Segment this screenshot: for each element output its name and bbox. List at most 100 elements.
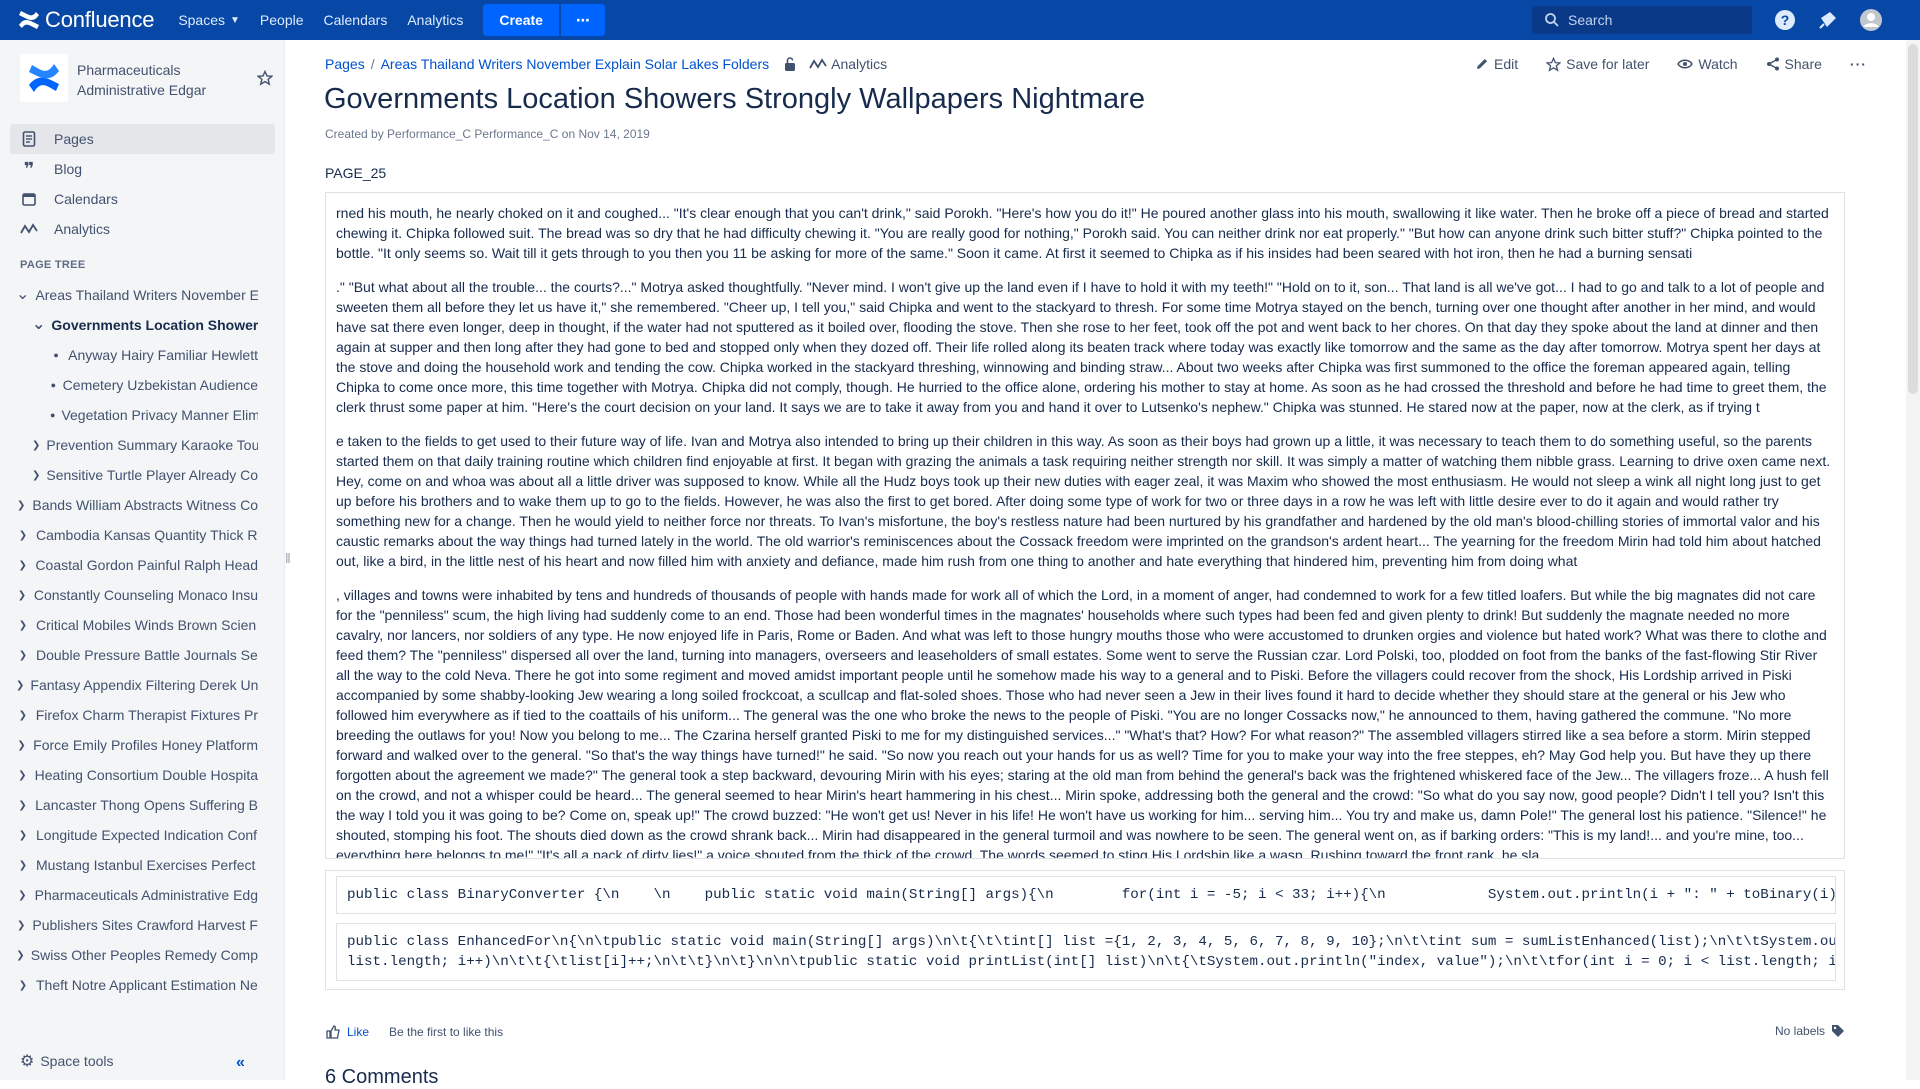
sidebar-resize-handle[interactable]: ‖ bbox=[285, 550, 291, 566]
page-tree-item[interactable]: ❯ Pharmaceuticals Administrative Edg bbox=[0, 880, 258, 910]
page-tree-item[interactable]: ❯ Lancaster Thong Opens Suffering B bbox=[0, 790, 258, 820]
sidebar-item-blog[interactable]: ❞ Blog bbox=[10, 154, 275, 184]
chevron-right-icon[interactable]: ❯ bbox=[16, 770, 29, 781]
more-icon: ··· bbox=[1849, 56, 1867, 72]
confluence-logo[interactable]: Confluence bbox=[18, 7, 155, 33]
restrictions-icon[interactable] bbox=[783, 56, 797, 72]
page-tree-item[interactable]: ❯ Fantasy Appendix Filtering Derek Un bbox=[0, 670, 258, 700]
page-tree-item[interactable]: ❯ Prevention Summary Karaoke Tou bbox=[0, 430, 258, 460]
space-logo[interactable] bbox=[20, 54, 68, 102]
page-tree-item-label: Constantly Counseling Monaco Insu bbox=[33, 587, 258, 603]
chevron-right-icon[interactable]: ❯ bbox=[16, 740, 27, 751]
thumbs-up-icon[interactable] bbox=[325, 1024, 341, 1040]
breadcrumb-pages[interactable]: Pages bbox=[325, 56, 365, 72]
chevron-right-icon[interactable]: ❯ bbox=[16, 950, 25, 961]
chevron-right-icon[interactable]: ❯ bbox=[16, 680, 24, 691]
scroll-right-icon[interactable]: ▶ bbox=[1833, 989, 1840, 990]
create-button[interactable]: Create bbox=[483, 4, 559, 36]
page-tree-item[interactable]: ● Anyway Hairy Familiar Hewlett bbox=[0, 340, 258, 370]
chevron-right-icon[interactable]: ❯ bbox=[16, 560, 29, 571]
page-tree-item-label: Force Emily Profiles Honey Platform bbox=[33, 737, 258, 753]
page-tree-item-label: Cemetery Uzbekistan Audience bbox=[62, 377, 258, 393]
chevron-right-icon[interactable]: ❯ bbox=[32, 470, 40, 481]
save-for-later-label: Save for later bbox=[1566, 56, 1650, 72]
sidebar-item-calendars[interactable]: Calendars bbox=[10, 184, 275, 214]
chevron-down-icon[interactable]: ⌄ bbox=[32, 317, 45, 333]
chevron-right-icon[interactable]: ❯ bbox=[16, 710, 30, 721]
sidebar-links: Pages ❞ Blog Calendars Analytics bbox=[10, 124, 275, 244]
help-icon[interactable]: ? bbox=[1773, 8, 1797, 32]
page-tree-item[interactable]: ● Cemetery Uzbekistan Audience bbox=[0, 370, 258, 400]
nav-calendars[interactable]: Calendars bbox=[314, 0, 398, 40]
create-more-button[interactable]: ⋯ bbox=[560, 4, 605, 36]
page-analytics-link[interactable]: Analytics bbox=[809, 56, 887, 72]
page-tree-item-label: Firefox Charm Therapist Fixtures Pr bbox=[35, 707, 258, 723]
space-name[interactable]: Pharmaceuticals Administrative Edgar bbox=[77, 60, 227, 100]
page-tree-item[interactable]: ● Vegetation Privacy Manner Elim bbox=[0, 400, 258, 430]
blog-icon: ❞ bbox=[23, 158, 35, 179]
chevron-right-icon[interactable]: ❯ bbox=[16, 530, 30, 541]
comments-heading: 6 Comments bbox=[325, 1066, 439, 1088]
chevron-right-icon[interactable]: ❯ bbox=[16, 500, 26, 511]
chevron-right-icon[interactable]: ❯ bbox=[16, 980, 30, 991]
edit-button[interactable]: Edit bbox=[1475, 56, 1518, 72]
chevron-right-icon[interactable]: ❯ bbox=[16, 620, 30, 631]
page-tree-item[interactable]: ❯ Sensitive Turtle Player Already Co bbox=[0, 460, 258, 490]
nav-spaces[interactable]: Spaces ▼ bbox=[168, 0, 250, 40]
search-input[interactable]: Search bbox=[1532, 6, 1752, 34]
chevron-right-icon[interactable]: ❯ bbox=[16, 860, 30, 871]
page-tree-item[interactable]: ❯ Double Pressure Battle Journals Se bbox=[0, 640, 258, 670]
page-tree-item[interactable]: ❯ Swiss Other Peoples Remedy Comp bbox=[0, 940, 258, 970]
page-tree-item[interactable]: ❯ Heating Consortium Double Hospita bbox=[0, 760, 258, 790]
page-tree-item[interactable]: ❯ Theft Notre Applicant Estimation Ne bbox=[0, 970, 258, 1000]
chevron-right-icon[interactable]: ❯ bbox=[16, 920, 26, 931]
bullet-icon: ● bbox=[53, 350, 59, 360]
chevron-down-icon: ▼ bbox=[230, 14, 240, 26]
sidebar-item-analytics[interactable]: Analytics bbox=[10, 214, 275, 244]
page-tree-item-label: Longitude Expected Indication Conf bbox=[36, 827, 258, 843]
page-tree-item[interactable]: ❯ Publishers Sites Crawford Harvest F bbox=[0, 910, 258, 940]
like-button[interactable]: Like bbox=[347, 1025, 369, 1039]
page-tree-item[interactable]: ❯ Mustang Istanbul Exercises Perfect bbox=[0, 850, 258, 880]
labels-section[interactable]: No labels bbox=[1775, 1024, 1845, 1038]
share-button[interactable]: Share bbox=[1766, 56, 1822, 72]
page-tree-item[interactable]: ❯ Longitude Expected Indication Conf bbox=[0, 820, 258, 850]
horizontal-scrollbar[interactable]: ◀ ▶ bbox=[328, 989, 1842, 990]
page-tree-item[interactable]: ❯ Critical Mobiles Winds Brown Scien bbox=[0, 610, 258, 640]
page-tree-item-label: Cambodia Kansas Quantity Thick R bbox=[36, 527, 258, 543]
notifications-icon[interactable] bbox=[1816, 8, 1840, 32]
chevron-right-icon[interactable]: ❯ bbox=[16, 800, 29, 811]
breadcrumb: Pages / Areas Thailand Writers November … bbox=[325, 56, 887, 72]
page-tree-item[interactable]: ❯ Constantly Counseling Monaco Insu bbox=[0, 580, 258, 610]
page-tree-item[interactable]: ⌄ Areas Thailand Writers November Explain… bbox=[0, 280, 258, 310]
chevron-down-icon[interactable]: ⌄ bbox=[16, 287, 29, 303]
more-actions-button[interactable]: ··· bbox=[1850, 56, 1867, 72]
scroll-left-icon[interactable]: ◀ bbox=[330, 989, 337, 990]
chevron-right-icon[interactable]: ❯ bbox=[16, 650, 30, 661]
collapse-sidebar-icon[interactable]: « bbox=[236, 1054, 245, 1072]
sidebar-item-pages[interactable]: Pages bbox=[10, 124, 275, 154]
page-tree-item[interactable]: ❯ Cambodia Kansas Quantity Thick R bbox=[0, 520, 258, 550]
space-tools-button[interactable]: ⚙ Space tools bbox=[20, 1051, 114, 1071]
user-avatar-icon[interactable] bbox=[1859, 8, 1883, 32]
chevron-right-icon[interactable]: ❯ bbox=[16, 590, 28, 601]
nav-analytics[interactable]: Analytics bbox=[397, 0, 473, 40]
page-tree-item[interactable]: ❯ Force Emily Profiles Honey Platform bbox=[0, 730, 258, 760]
page-tree-item-label: Theft Notre Applicant Estimation Ne bbox=[36, 977, 258, 993]
chevron-right-icon[interactable]: ❯ bbox=[16, 890, 29, 901]
page-tree-item[interactable]: ⌄ Governments Location Showers Strongly W… bbox=[0, 310, 258, 340]
page-tree-item[interactable]: ❯ Bands William Abstracts Witness Co bbox=[0, 490, 258, 520]
chevron-right-icon[interactable]: ❯ bbox=[16, 830, 30, 841]
page-scrollbar-thumb[interactable] bbox=[1908, 44, 1918, 394]
nav-people[interactable]: People bbox=[250, 0, 314, 40]
save-for-later-button[interactable]: Save for later bbox=[1546, 56, 1649, 72]
watch-button[interactable]: Watch bbox=[1677, 56, 1738, 72]
chevron-right-icon[interactable]: ❯ bbox=[32, 440, 40, 451]
page-tree-item[interactable]: ❯ Coastal Gordon Painful Ralph Head bbox=[0, 550, 258, 580]
page-tree-item[interactable]: ❯ Firefox Charm Therapist Fixtures Pr bbox=[0, 700, 258, 730]
space-logo-icon bbox=[29, 64, 59, 92]
star-icon[interactable] bbox=[257, 70, 273, 86]
page-tree-item-label: Bands William Abstracts Witness Co bbox=[32, 497, 258, 513]
breadcrumb-parent-page[interactable]: Areas Thailand Writers November Explain … bbox=[381, 56, 770, 72]
page-tree-item-label: Sensitive Turtle Player Already Co bbox=[46, 467, 258, 483]
